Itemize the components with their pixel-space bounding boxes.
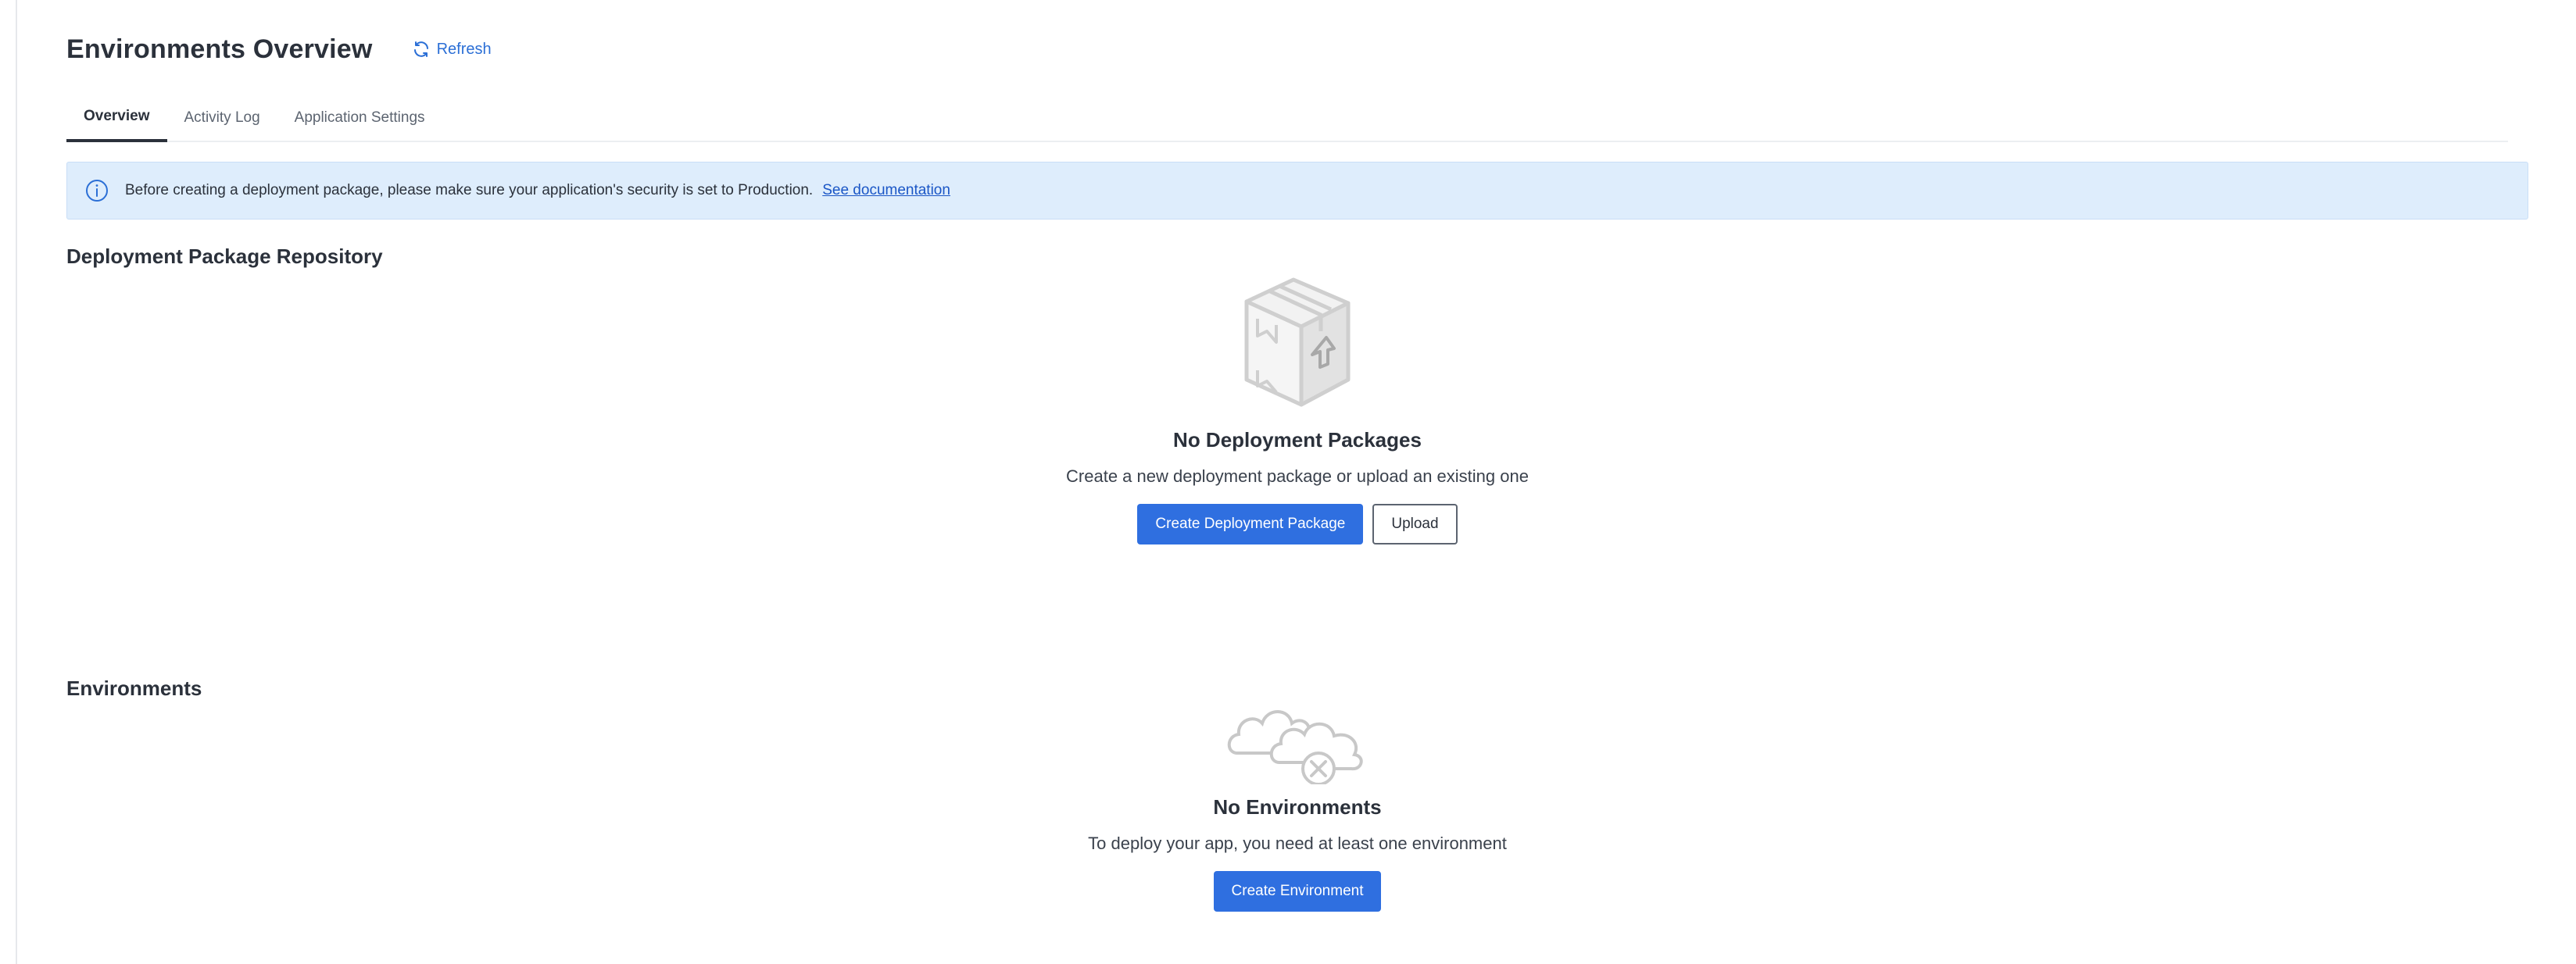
package-box-icon — [1244, 277, 1351, 407]
left-divider — [16, 0, 17, 964]
repository-empty-title: No Deployment Packages — [1173, 428, 1422, 452]
create-environment-button[interactable]: Create Environment — [1213, 871, 1382, 912]
environments-empty-title: No Environments — [1213, 795, 1382, 819]
info-icon — [86, 180, 108, 202]
repository-heading: Deployment Package Repository — [66, 245, 383, 268]
refresh-icon — [413, 41, 428, 57]
tab-overview[interactable]: Overview — [66, 94, 167, 142]
refresh-label: Refresh — [436, 40, 492, 58]
environments-actions: Create Environment — [1213, 871, 1382, 912]
tab-activity-log[interactable]: Activity Log — [167, 94, 277, 142]
banner-message: Before creating a deployment package, pl… — [125, 182, 814, 198]
environments-empty-state: No Environments To deploy your app, you … — [66, 698, 2528, 912]
refresh-button[interactable]: Refresh — [412, 40, 492, 59]
tab-application-settings[interactable]: Application Settings — [277, 94, 442, 142]
see-documentation-link[interactable]: See documentation — [822, 182, 950, 199]
tab-bar: Overview Activity Log Application Settin… — [66, 94, 2508, 142]
page: Environments Overview Refresh Overview A… — [66, 0, 2528, 964]
page-header: Environments Overview Refresh — [66, 31, 492, 67]
repository-actions: Create Deployment Package Upload — [1137, 504, 1458, 544]
upload-button[interactable]: Upload — [1372, 504, 1458, 544]
page-title: Environments Overview — [66, 34, 373, 64]
repository-empty-description: Create a new deployment package or uploa… — [1066, 466, 1529, 486]
create-deployment-package-button[interactable]: Create Deployment Package — [1137, 504, 1364, 544]
environments-heading: Environments — [66, 677, 202, 700]
repository-empty-state: No Deployment Packages Create a new depl… — [66, 273, 2528, 544]
cloud-error-icon — [1227, 710, 1363, 784]
info-banner: Before creating a deployment package, pl… — [66, 162, 2528, 220]
environments-empty-description: To deploy your app, you need at least on… — [1088, 834, 1507, 853]
